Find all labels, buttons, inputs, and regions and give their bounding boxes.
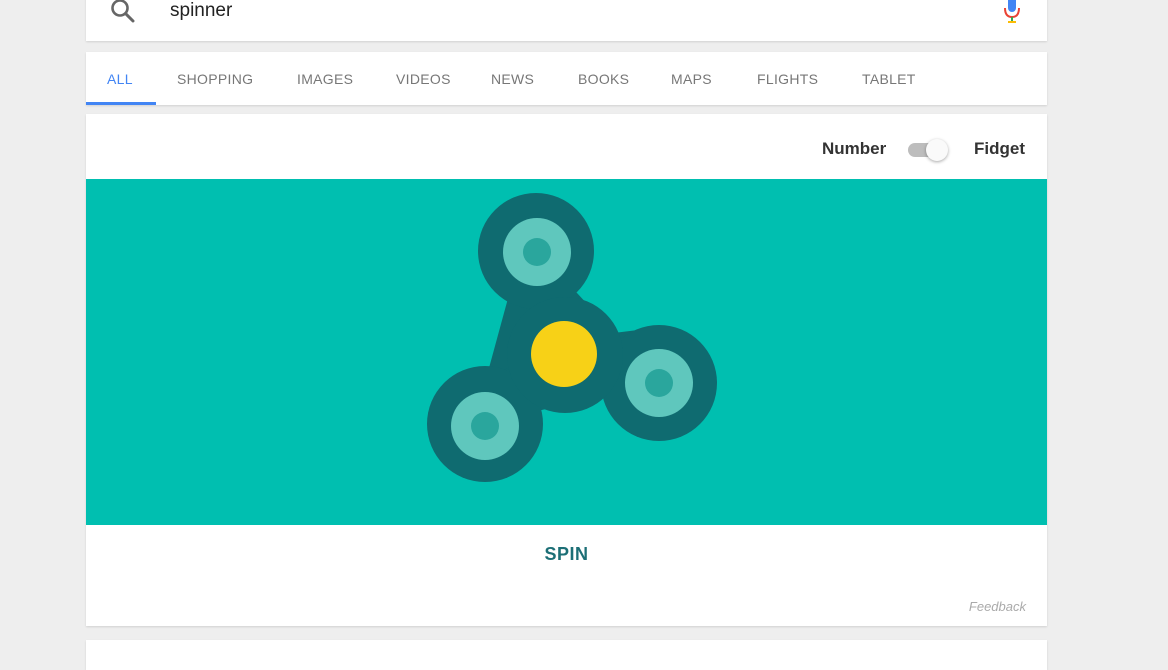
tab-tablet[interactable]: TABLET: [862, 71, 916, 87]
bearing-left: [451, 392, 519, 460]
tab-all[interactable]: ALL: [107, 71, 133, 87]
feedback-link[interactable]: Feedback: [969, 599, 1026, 614]
spinner-card: Number Fidget SPIN Feedback: [86, 114, 1047, 626]
bearing-right: [625, 349, 693, 417]
tab-videos[interactable]: VIDEOS: [396, 71, 451, 87]
toggle-label-number[interactable]: Number: [822, 139, 886, 159]
search-tabs: ALL SHOPPING IMAGES VIDEOS NEWS BOOKS MA…: [86, 52, 1047, 105]
active-tab-indicator: [86, 102, 156, 105]
tab-images[interactable]: IMAGES: [297, 71, 353, 87]
next-result-card: [86, 640, 1047, 670]
toggle-knob[interactable]: [926, 139, 948, 161]
spin-button[interactable]: SPIN: [86, 544, 1047, 565]
spinner-hub: [531, 321, 597, 387]
search-bar: spinner: [86, 0, 1047, 41]
mode-toggle-row: Number Fidget: [822, 137, 1027, 163]
tab-maps[interactable]: MAPS: [671, 71, 712, 87]
toggle-label-fidget[interactable]: Fidget: [974, 139, 1025, 159]
tab-news[interactable]: NEWS: [491, 71, 534, 87]
tab-flights[interactable]: FLIGHTS: [757, 71, 818, 87]
spinner-canvas[interactable]: [86, 179, 1047, 525]
search-icon[interactable]: [108, 0, 138, 26]
bearing-top: [503, 218, 571, 286]
mode-toggle[interactable]: [908, 139, 948, 161]
fidget-spinner[interactable]: [86, 179, 1047, 525]
tab-books[interactable]: BOOKS: [578, 71, 629, 87]
microphone-icon[interactable]: [1003, 0, 1021, 24]
search-input[interactable]: spinner: [170, 0, 232, 22]
tab-shopping[interactable]: SHOPPING: [177, 71, 253, 87]
